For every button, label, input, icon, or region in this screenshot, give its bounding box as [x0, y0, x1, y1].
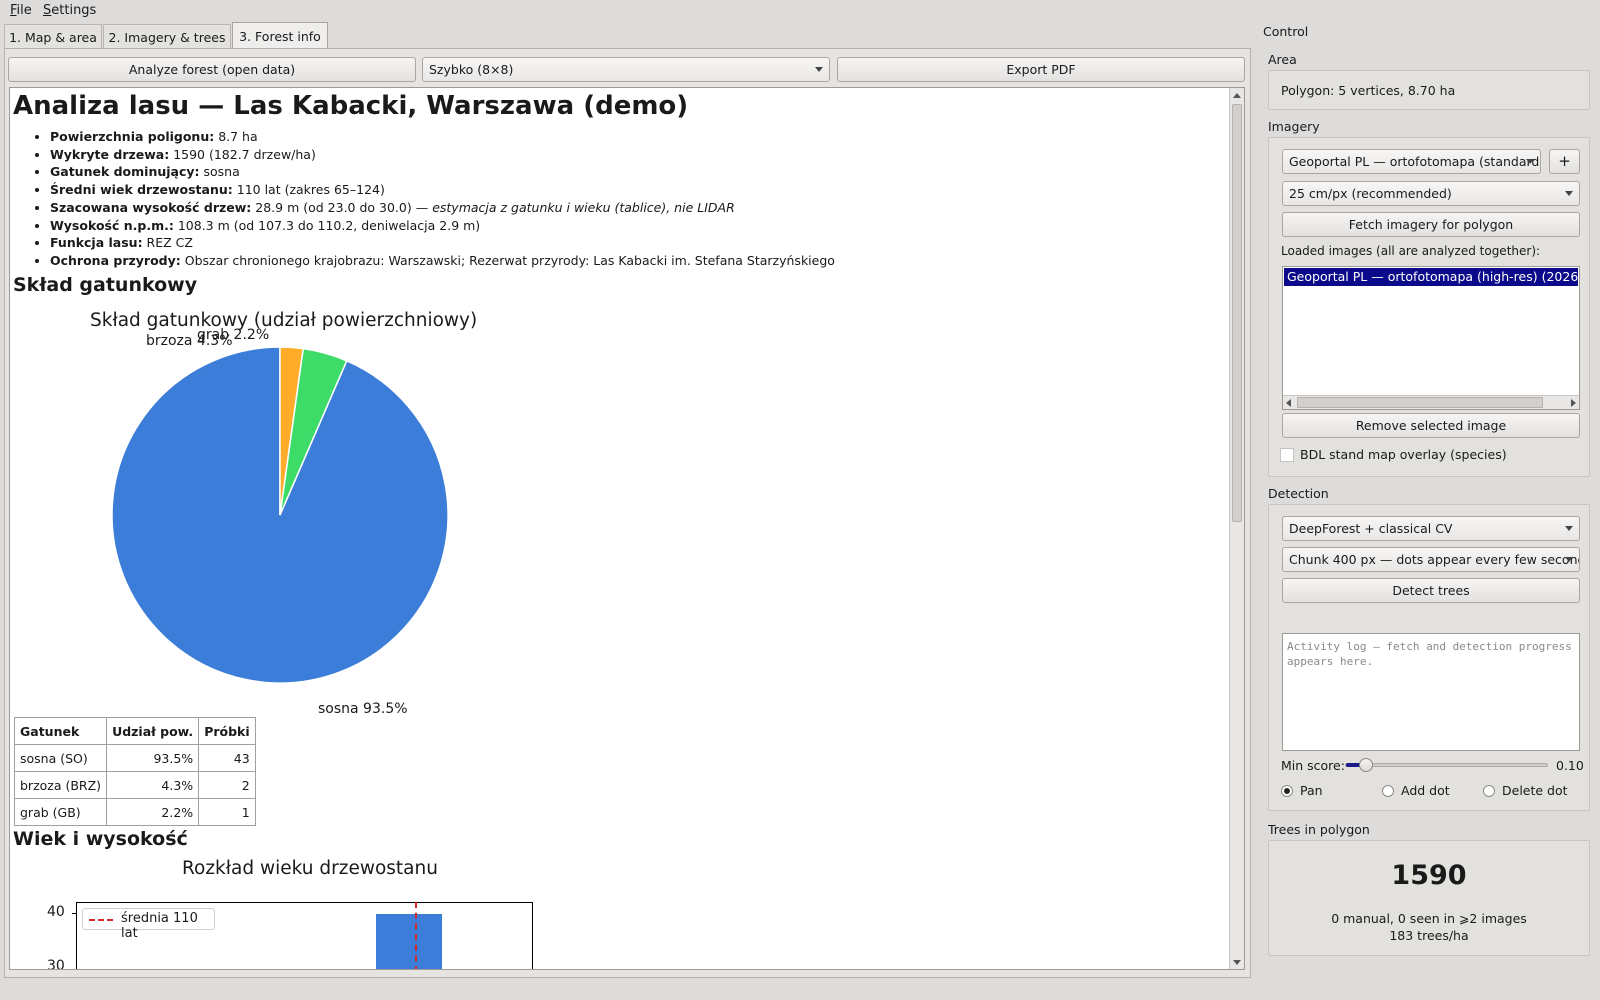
chunk-size-value: Chunk 400 px — dots appear every few sec… [1289, 552, 1580, 567]
add-dot-radio[interactable] [1382, 785, 1394, 797]
column-header: Udział pow. [106, 717, 200, 745]
delete-dot-radio-label: Delete dot [1502, 783, 1568, 798]
export-pdf-button[interactable]: Export PDF [837, 57, 1245, 82]
age-chart-legend: średnia 110 lat [82, 908, 215, 941]
bdl-overlay-checkbox[interactable] [1280, 448, 1294, 462]
scroll-down-icon[interactable] [1233, 960, 1241, 965]
chunk-size-select[interactable]: Chunk 400 px — dots appear every few sec… [1282, 547, 1580, 572]
legend-swatch [89, 919, 113, 921]
imagery-source-value: Geoportal PL — ortofotomapa (standard) [1289, 154, 1541, 169]
min-score-value: 0.10 [1556, 758, 1584, 773]
detect-trees-button[interactable]: Detect trees [1282, 578, 1580, 603]
scroll-up-icon[interactable] [1233, 93, 1241, 98]
tab-map-area[interactable]: 1. Map & area [4, 24, 102, 49]
tree-count-detail: 0 manual, 0 seen in ⩾2 images [1331, 911, 1527, 926]
detection-model-select[interactable]: DeepForest + classical CV [1282, 516, 1580, 541]
resolution-select[interactable]: 25 cm/px (recommended) [1282, 181, 1580, 206]
menu-settings[interactable]: Settings [43, 3, 96, 18]
column-header: Gatunek [13, 717, 108, 745]
species-table: Gatunek Udział pow. Próbki sosna (SO) 93… [13, 717, 256, 826]
control-title: Control [1263, 24, 1309, 39]
tab-forest-info[interactable]: 3. Forest info [232, 22, 328, 49]
scroll-left-icon[interactable] [1286, 399, 1291, 407]
scroll-right-icon[interactable] [1571, 399, 1576, 407]
y-tick-label: 40 [47, 904, 65, 920]
chevron-down-icon [1565, 526, 1573, 531]
list-item[interactable]: Geoportal PL — ortofotomapa (high-res) (… [1284, 268, 1578, 286]
imagery-group-title: Imagery [1268, 119, 1320, 134]
add-dot-radio-label: Add dot [1401, 783, 1450, 798]
imagery-source-select[interactable]: Geoportal PL — ortofotomapa (standard) [1282, 149, 1541, 174]
scroll-thumb[interactable] [1232, 104, 1242, 522]
trees-group-title: Trees in polygon [1268, 822, 1370, 837]
min-score-slider[interactable] [1345, 758, 1548, 772]
scroll-thumb[interactable] [1297, 397, 1543, 408]
pie-label-grab: grab 2.2% [197, 327, 270, 343]
add-imagery-button[interactable]: + [1549, 149, 1580, 174]
tab-imagery-trees[interactable]: 2. Imagery & trees [103, 24, 231, 49]
detection-group-title: Detection [1268, 486, 1329, 501]
age-chart-title: Rozkład wieku drzewostanu [182, 858, 438, 879]
table-row: grab (GB) 2.2% 1 [13, 798, 256, 826]
area-group-title: Area [1268, 52, 1297, 67]
min-score-label: Min score: [1281, 758, 1345, 773]
delete-dot-radio[interactable] [1483, 785, 1495, 797]
loaded-images-label: Loaded images (all are analyzed together… [1281, 244, 1541, 258]
species-pie-chart [111, 346, 449, 684]
pan-radio[interactable] [1281, 785, 1293, 797]
fetch-imagery-button[interactable]: Fetch imagery for polygon [1282, 212, 1580, 237]
y-tick [72, 913, 76, 914]
bdl-overlay-label: BDL stand map overlay (species) [1300, 447, 1507, 462]
legend-label: średnia 110 lat [121, 911, 198, 941]
resolution-value: 25 cm/px (recommended) [1289, 186, 1452, 201]
menu-bar: File Settings [0, 0, 1600, 22]
analysis-mode-value: Szybko (8×8) [429, 62, 514, 77]
chevron-down-icon [1565, 191, 1573, 196]
tree-count: 1590 [1391, 860, 1467, 891]
detection-model-value: DeepForest + classical CV [1289, 521, 1453, 536]
table-row: sosna (SO) 93.5% 43 [13, 744, 256, 772]
table-header-row: Gatunek Udział pow. Próbki [13, 717, 256, 745]
list-scrollbar[interactable] [1283, 395, 1579, 409]
pie-label-sosna: sosna 93.5% [318, 701, 408, 717]
remove-image-button[interactable]: Remove selected image [1282, 413, 1580, 438]
analyze-forest-button[interactable]: Analyze forest (open data) [8, 57, 416, 82]
analysis-mode-select[interactable]: Szybko (8×8) [422, 57, 830, 82]
mean-age-line [415, 902, 417, 969]
activity-log[interactable]: Activity log — fetch and detection progr… [1282, 633, 1580, 751]
loaded-images-list[interactable]: Geoportal PL — ortofotomapa (high-res) (… [1282, 266, 1580, 410]
chevron-down-icon [1565, 557, 1573, 562]
table-row: brzoza (BRZ) 4.3% 2 [13, 771, 256, 799]
pan-radio-label: Pan [1300, 783, 1323, 798]
report-scrollbar[interactable] [1229, 88, 1244, 969]
column-header: Próbki [198, 717, 256, 745]
chevron-down-icon [815, 67, 823, 72]
age-bar [376, 914, 442, 969]
menu-file[interactable]: File [10, 3, 32, 18]
chevron-down-icon [1526, 159, 1534, 164]
polygon-info: Polygon: 5 vertices, 8.70 ha [1281, 83, 1456, 98]
age-height-heading: Wiek i wysokość [13, 828, 188, 850]
tree-density: 183 trees/ha [1389, 928, 1469, 943]
y-tick-label: 30 [47, 958, 65, 970]
report-view[interactable]: Analiza lasu — Las Kabacki, Warszawa (de… [9, 87, 1245, 970]
